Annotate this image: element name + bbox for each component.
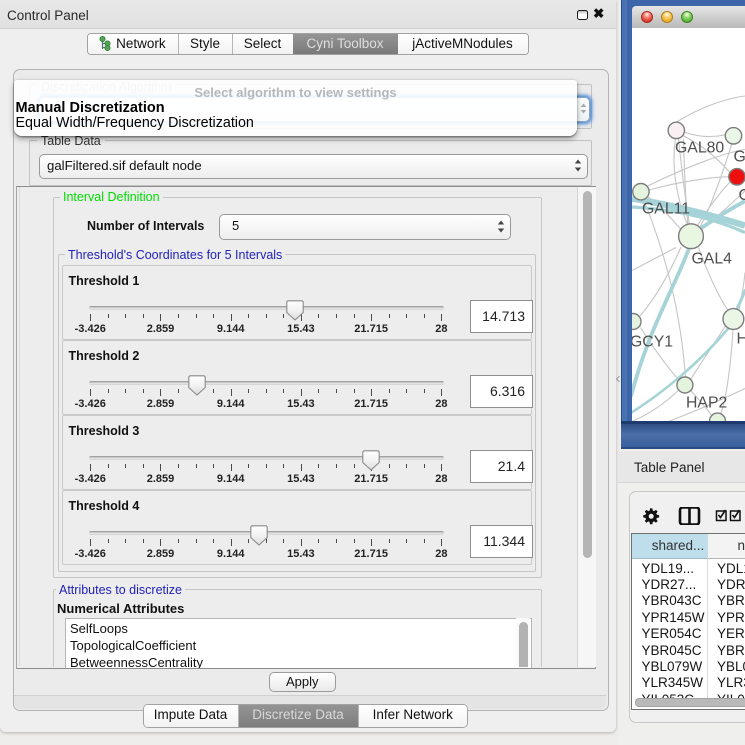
svg-text:GA: GA	[734, 148, 745, 165]
svg-text:GAL80: GAL80	[675, 139, 724, 156]
svg-text:C.: C.	[739, 187, 745, 204]
svg-text:GAL11: GAL11	[642, 200, 690, 217]
svg-text:HAP2: HAP2	[686, 394, 727, 411]
svg-text:GCY1: GCY1	[632, 333, 673, 350]
svg-text:H: H	[737, 330, 745, 347]
svg-text:GAL4: GAL4	[692, 250, 733, 267]
